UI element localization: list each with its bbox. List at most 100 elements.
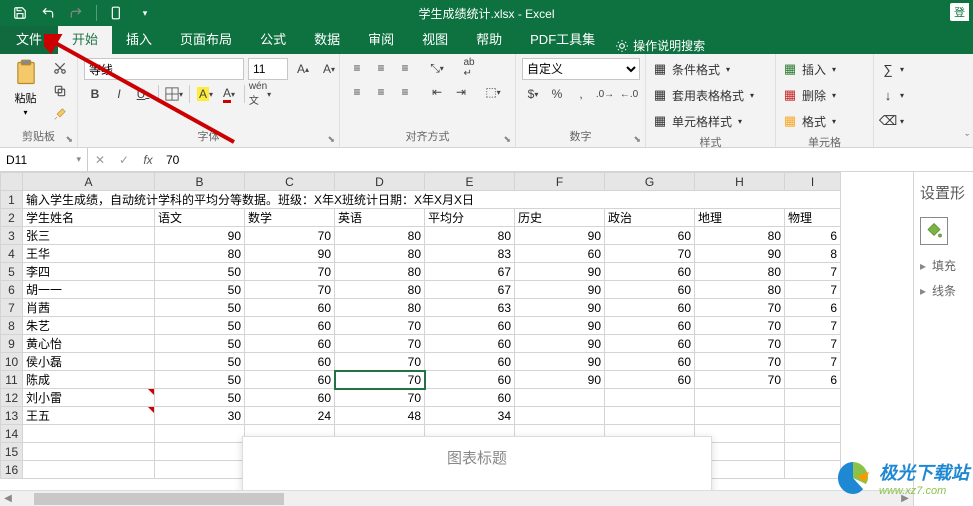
cell[interactable] <box>605 407 695 425</box>
cell[interactable]: 6 <box>785 227 841 245</box>
cell[interactable]: 90 <box>515 335 605 353</box>
conditional-format-button[interactable]: ▦条件格式▾ <box>652 58 730 80</box>
cell[interactable]: 胡一一 <box>23 281 155 299</box>
phonetic-icon[interactable]: wén文▾ <box>249 84 271 104</box>
accounting-format-icon[interactable]: $▾ <box>522 84 544 104</box>
align-center-icon[interactable]: ≡ <box>370 82 392 102</box>
border-icon[interactable]: ▾ <box>163 84 185 104</box>
cell[interactable]: 60 <box>605 281 695 299</box>
cancel-formula-icon[interactable]: ✕ <box>88 153 112 167</box>
row-header[interactable]: 14 <box>1 425 23 443</box>
cell[interactable]: 7 <box>785 335 841 353</box>
dialog-launcher-icon[interactable]: ⬊ <box>633 134 641 145</box>
cell[interactable] <box>605 389 695 407</box>
cell[interactable]: 67 <box>425 263 515 281</box>
enter-formula-icon[interactable]: ✓ <box>112 153 136 167</box>
cell[interactable]: 63 <box>425 299 515 317</box>
cell[interactable] <box>695 407 785 425</box>
formula-input[interactable]: 70 <box>160 153 973 167</box>
cell[interactable]: 李四 <box>23 263 155 281</box>
cell[interactable]: 70 <box>695 299 785 317</box>
font-name-combo[interactable] <box>84 58 244 80</box>
cell[interactable]: 80 <box>335 227 425 245</box>
increase-indent-icon[interactable]: ⇥ <box>450 82 472 102</box>
cell[interactable]: 80 <box>335 281 425 299</box>
cell[interactable]: 60 <box>605 299 695 317</box>
cell[interactable]: 90 <box>515 353 605 371</box>
decrease-indent-icon[interactable]: ⇤ <box>426 82 448 102</box>
cell[interactable]: 67 <box>425 281 515 299</box>
cell[interactable]: 70 <box>605 245 695 263</box>
cell[interactable]: 朱艺 <box>23 317 155 335</box>
cell[interactable]: 60 <box>605 227 695 245</box>
cell[interactable]: 80 <box>695 281 785 299</box>
wrap-text-icon[interactable]: ab↵ <box>458 58 480 78</box>
horizontal-scrollbar[interactable]: ◀ ▶ <box>0 490 913 506</box>
cell[interactable]: 60 <box>425 317 515 335</box>
cell[interactable] <box>155 443 245 461</box>
cell[interactable]: 70 <box>245 227 335 245</box>
cell[interactable]: 60 <box>425 389 515 407</box>
cell[interactable]: 平均分 <box>425 209 515 227</box>
tab-review[interactable]: 审阅 <box>354 23 408 54</box>
dialog-launcher-icon[interactable]: ⬊ <box>65 134 73 145</box>
cell[interactable]: 50 <box>155 299 245 317</box>
tab-formula[interactable]: 公式 <box>246 23 300 54</box>
cell[interactable]: 输入学生成绩，自动统计学科的平均分等数据。班级：X年X班统计日期：X年X月X日 <box>23 191 841 209</box>
cell[interactable]: 侯小磊 <box>23 353 155 371</box>
cell[interactable]: 80 <box>695 263 785 281</box>
cell[interactable]: 48 <box>335 407 425 425</box>
cell[interactable]: 70 <box>245 281 335 299</box>
scroll-left-icon[interactable]: ◀ <box>0 493 16 504</box>
row-header[interactable]: 12 <box>1 389 23 407</box>
cell[interactable]: 70 <box>695 317 785 335</box>
cell[interactable]: 8 <box>785 245 841 263</box>
cell[interactable]: 70 <box>335 371 425 389</box>
cell[interactable]: 历史 <box>515 209 605 227</box>
cell[interactable]: 90 <box>515 227 605 245</box>
tab-data[interactable]: 数据 <box>300 23 354 54</box>
dialog-launcher-icon[interactable]: ⬊ <box>327 134 335 145</box>
tab-view[interactable]: 视图 <box>408 23 462 54</box>
cell[interactable] <box>155 461 245 479</box>
format-cells-button[interactable]: ▦格式▾ <box>782 110 836 132</box>
comma-icon[interactable]: , <box>570 84 592 104</box>
col-header[interactable]: I <box>785 173 841 191</box>
cell[interactable]: 70 <box>335 335 425 353</box>
cell[interactable]: 24 <box>245 407 335 425</box>
row-header[interactable]: 2 <box>1 209 23 227</box>
font-size-combo[interactable] <box>248 58 288 80</box>
cell[interactable]: 70 <box>335 317 425 335</box>
cell[interactable]: 80 <box>155 245 245 263</box>
cell[interactable]: 物理 <box>785 209 841 227</box>
cell[interactable]: 83 <box>425 245 515 263</box>
paint-bucket-icon[interactable] <box>920 217 948 245</box>
cell[interactable]: 60 <box>605 317 695 335</box>
cell[interactable]: 90 <box>515 371 605 389</box>
tab-layout[interactable]: 页面布局 <box>166 23 246 54</box>
cell[interactable] <box>785 407 841 425</box>
cell[interactable]: 7 <box>785 263 841 281</box>
row-header[interactable]: 3 <box>1 227 23 245</box>
cell[interactable] <box>785 389 841 407</box>
cell[interactable]: 80 <box>335 299 425 317</box>
cell[interactable]: 70 <box>335 353 425 371</box>
cell[interactable]: 王华 <box>23 245 155 263</box>
row-header[interactable]: 5 <box>1 263 23 281</box>
col-header[interactable]: B <box>155 173 245 191</box>
collapse-ribbon-icon[interactable]: ˇ <box>965 133 969 145</box>
cell[interactable]: 60 <box>605 263 695 281</box>
row-header[interactable]: 10 <box>1 353 23 371</box>
cell[interactable]: 50 <box>155 281 245 299</box>
cell[interactable] <box>515 389 605 407</box>
format-as-table-button[interactable]: ▦套用表格格式▾ <box>652 84 754 106</box>
cell[interactable]: 6 <box>785 371 841 389</box>
tab-file[interactable]: 文件 <box>0 23 58 54</box>
font-color-icon[interactable]: A▾ <box>218 84 240 104</box>
col-header[interactable]: C <box>245 173 335 191</box>
autosum-icon[interactable]: ∑▾ <box>880 58 904 80</box>
cell[interactable] <box>515 407 605 425</box>
line-section[interactable]: ▸线条 <box>920 282 967 299</box>
cell[interactable]: 90 <box>245 245 335 263</box>
cell[interactable]: 黄心怡 <box>23 335 155 353</box>
